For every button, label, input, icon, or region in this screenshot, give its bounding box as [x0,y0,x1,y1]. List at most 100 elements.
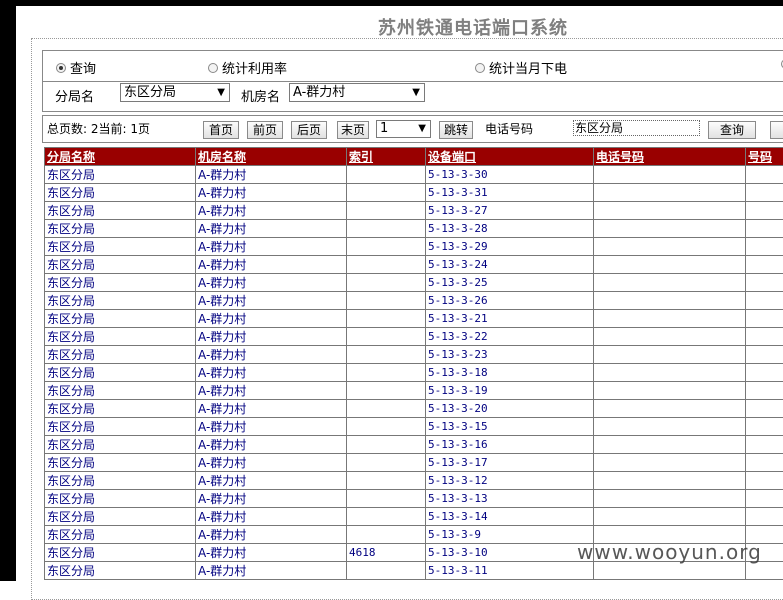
cell-index [347,346,426,364]
branch-select[interactable]: 东区分局 ▼ [120,83,230,102]
query-mode-group: 查询 统计利用率 统计当月下电 [42,50,783,82]
cell-index [347,454,426,472]
phone-label: 电话号码 [485,120,533,137]
cell-number [746,166,783,184]
header-number[interactable]: 号码 [746,148,783,166]
cell-branch: 东区分局 [45,274,196,292]
cell-phone [594,418,746,436]
header-branch[interactable]: 分局名称 [45,148,196,166]
cell-branch: 东区分局 [45,346,196,364]
cell-phone [594,490,746,508]
jump-button[interactable]: 跳转 [439,121,473,139]
cell-port: 5-13-3-30 [426,166,594,184]
radio-dot-icon[interactable] [56,63,66,73]
cell-port: 5-13-3-16 [426,436,594,454]
radio-utilization[interactable]: 统计利用率 [208,58,287,77]
cell-index [347,184,426,202]
header-index[interactable]: 索引 [347,148,426,166]
cell-index [347,328,426,346]
last-page-button[interactable]: 末页 [337,121,369,139]
cell-branch: 东区分局 [45,202,196,220]
cell-index [347,166,426,184]
cell-phone [594,184,746,202]
cell-branch: 东区分局 [45,292,196,310]
cell-room: A-群力村 [196,508,347,526]
pager-bar: 总页数: 2当前: 1页 首页 前页 后页 末页 1 ▼ 跳转 电话号码 东区分… [42,115,783,143]
cell-room: A-群力村 [196,382,347,400]
first-page-button[interactable]: 首页 [203,121,239,139]
table-row: 东区分局A-群力村5-13-3-25 [45,274,783,292]
page-title: 苏州铁通电话端口系统 [378,14,568,40]
cell-number [746,202,783,220]
table-row: 东区分局A-群力村5-13-3-20 [45,400,783,418]
extra-button[interactable] [770,121,783,139]
header-phone[interactable]: 电话号码 [594,148,746,166]
prev-page-button[interactable]: 前页 [247,121,283,139]
page-select[interactable]: 1 ▼ [376,120,431,138]
cell-index [347,364,426,382]
cell-port: 5-13-3-27 [426,202,594,220]
page-info: 总页数: 2当前: 1页 [47,120,150,137]
cell-room: A-群力村 [196,184,347,202]
radio-monthly-poweroff[interactable]: 统计当月下电 [475,58,567,77]
cell-phone [594,436,746,454]
cell-room: A-群力村 [196,436,347,454]
cell-number [746,418,783,436]
cell-port: 5-13-3-9 [426,526,594,544]
phone-number-input[interactable]: 东区分局 [573,120,700,136]
cell-branch: 东区分局 [45,400,196,418]
header-port[interactable]: 设备端口 [426,148,594,166]
radio-dot-icon[interactable] [208,63,218,73]
cell-index [347,418,426,436]
cell-branch: 东区分局 [45,328,196,346]
cell-port: 5-13-3-26 [426,292,594,310]
room-select[interactable]: A-群力村 ▼ [289,83,425,102]
radio-dot-icon[interactable] [475,63,485,73]
dropdown-arrow-icon: ▼ [412,84,420,101]
cell-phone [594,472,746,490]
cell-index [347,490,426,508]
cell-phone [594,382,746,400]
next-page-button[interactable]: 后页 [291,121,327,139]
page-select-value: 1 [380,121,388,136]
cell-phone [594,508,746,526]
cell-number [746,562,783,580]
dropdown-arrow-icon: ▼ [418,121,426,137]
cell-room: A-群力村 [196,328,347,346]
table-header-row: 分局名称 机房名称 索引 设备端口 电话号码 号码 [45,148,783,166]
radio-query[interactable]: 查询 [56,58,96,77]
cell-port: 5-13-3-11 [426,562,594,580]
cell-phone [594,220,746,238]
cell-room: A-群力村 [196,418,347,436]
table-row: 东区分局A-群力村5-13-3-30 [45,166,783,184]
branch-select-value: 东区分局 [124,85,176,100]
cell-room: A-群力村 [196,562,347,580]
cell-branch: 东区分局 [45,436,196,454]
table-row: 东区分局A-群力村5-13-3-21 [45,310,783,328]
cell-number [746,274,783,292]
cell-branch: 东区分局 [45,508,196,526]
cell-index: 4618 [347,544,426,562]
query-button[interactable]: 查询 [708,121,756,139]
cell-branch: 东区分局 [45,544,196,562]
dropdown-arrow-icon: ▼ [217,84,225,101]
cell-port: 5-13-3-14 [426,508,594,526]
cell-phone [594,256,746,274]
cell-port: 5-13-3-19 [426,382,594,400]
cell-number [746,184,783,202]
cell-port: 5-13-3-23 [426,346,594,364]
table-row: 东区分局A-群力村5-13-3-11 [45,562,783,580]
room-select-value: A-群力村 [293,85,345,100]
cell-phone [594,274,746,292]
cell-room: A-群力村 [196,166,347,184]
branch-label: 分局名 [55,86,94,105]
cell-index [347,562,426,580]
cell-number [746,490,783,508]
cell-room: A-群力村 [196,292,347,310]
cell-index [347,292,426,310]
header-room[interactable]: 机房名称 [196,148,347,166]
table-body: 东区分局A-群力村5-13-3-30东区分局A-群力村5-13-3-31东区分局… [45,166,783,580]
filter-bar: 分局名 东区分局 ▼ 机房名 A-群力村 ▼ [42,81,783,112]
table-row: 东区分局A-群力村5-13-3-15 [45,418,783,436]
port-table: 分局名称 机房名称 索引 设备端口 电话号码 号码 东区分局A-群力村5-13-… [44,147,783,580]
